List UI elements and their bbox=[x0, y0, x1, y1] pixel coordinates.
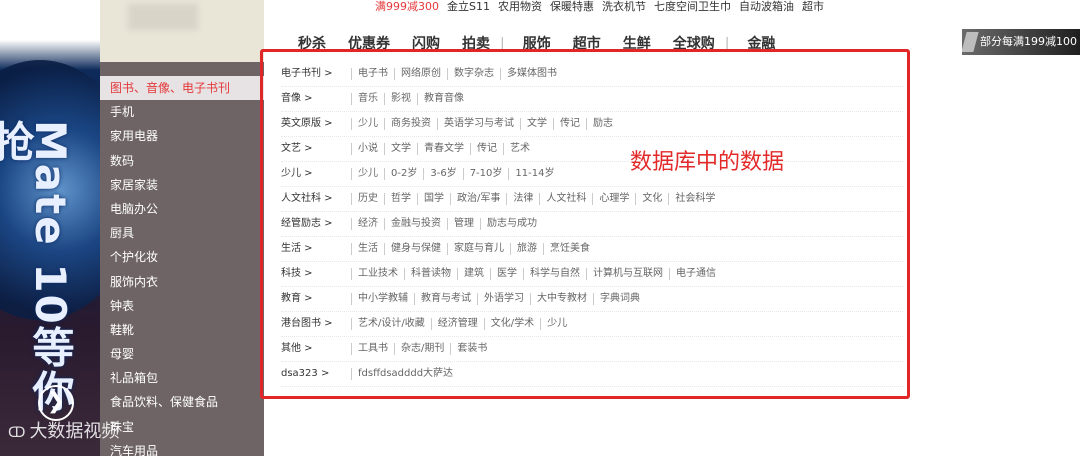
category-item[interactable]: 钟表 bbox=[100, 294, 264, 318]
category-item[interactable]: 厨具 bbox=[100, 221, 264, 245]
top-link[interactable]: 洗衣机节 bbox=[602, 0, 646, 13]
category-item[interactable]: 服饰内衣 bbox=[100, 270, 264, 294]
category-item[interactable]: 家居家装 bbox=[100, 173, 264, 197]
watermark-icon: ↀ bbox=[8, 425, 26, 441]
category-item[interactable]: 食品饮料、保健食品 bbox=[100, 390, 264, 414]
top-hot-links: 满999减300 金立S11 农用物资 保暖特惠 洗衣机节 七度空间卫生巾 自动波箱油 超市 bbox=[375, 0, 832, 14]
top-link[interactable]: 农用物资 bbox=[498, 0, 542, 13]
top-link[interactable]: 满999减300 bbox=[375, 0, 439, 13]
top-link[interactable]: 金立S11 bbox=[447, 0, 490, 13]
category-item[interactable]: 汽车用品 bbox=[100, 439, 264, 456]
category-item-active[interactable]: 图书、音像、电子书刊 bbox=[100, 76, 264, 101]
category-item[interactable]: 手机 bbox=[100, 100, 264, 124]
category-item[interactable]: 数码 bbox=[100, 149, 264, 173]
promo-banner[interactable]: Mate 10等你抢 ❯ bbox=[0, 0, 100, 456]
top-link[interactable]: 超市 bbox=[802, 0, 824, 13]
watermark-text: 大数据视频 bbox=[29, 421, 120, 442]
logo-area[interactable] bbox=[100, 0, 264, 62]
top-link[interactable]: 保暖特惠 bbox=[550, 0, 594, 13]
category-item[interactable]: 鞋靴 bbox=[100, 318, 264, 342]
category-item[interactable]: 电脑办公 bbox=[100, 197, 264, 221]
category-item[interactable]: 礼品箱包 bbox=[100, 366, 264, 390]
annotation-label: 数据库中的数据 bbox=[630, 150, 785, 175]
top-link[interactable]: 自动波箱油 bbox=[739, 0, 794, 13]
blurred-logo bbox=[128, 4, 198, 30]
category-item[interactable]: 个护化妆 bbox=[100, 245, 264, 269]
watermark: ↀ 大数据视频 bbox=[8, 420, 119, 445]
highlight-frame bbox=[260, 49, 910, 399]
promo-chip[interactable]: 部分每满199减100 bbox=[962, 29, 1080, 55]
category-sidebar: 图书、音像、电子书刊 手机 家用电器 数码 家居家装 电脑办公 厨具 个护化妆 服饰内衣 钟表 鞋靴… bbox=[100, 62, 264, 456]
category-item[interactable]: 母婴 bbox=[100, 342, 264, 366]
category-item[interactable]: 家用电器 bbox=[100, 124, 264, 148]
top-link[interactable]: 七度空间卫生巾 bbox=[654, 0, 731, 13]
category-item[interactable]: 珠宝 bbox=[100, 415, 264, 439]
next-arrow-icon[interactable]: ❯ bbox=[38, 385, 74, 421]
